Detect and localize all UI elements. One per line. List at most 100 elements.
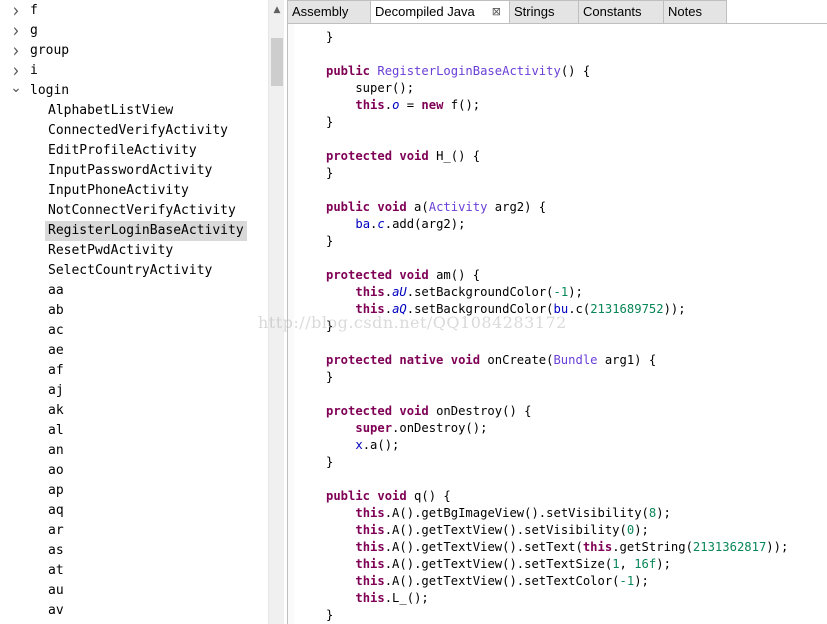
code-line: protected void am() { [326,267,480,284]
code-token: .a(); [362,438,400,452]
tree-item-ap[interactable]: ap [0,481,268,501]
tree-item-ConnectedVerifyActivity[interactable]: ConnectedVerifyActivity [0,121,268,141]
scrollbar-thumb[interactable] [271,38,283,86]
tree-item-label: InputPhoneActivity [48,183,189,198]
code-line: x.a(); [326,437,399,454]
tree-item-label: ae [48,343,64,358]
tree-item-aq[interactable]: aq [0,501,268,521]
tree-item-aa[interactable]: aa [0,281,268,301]
tree-item-au[interactable]: au [0,581,268,601]
code-line: } [326,29,333,46]
tree-item-as[interactable]: as [0,541,268,561]
code-token: .onDestroy(); [392,421,488,435]
tree-item-label: SelectCountryActivity [48,263,213,278]
code-token: this [355,591,385,605]
code-token: ); [634,523,649,537]
code-token: am() { [428,268,481,282]
tree-item-NotConnectVerifyActivity[interactable]: NotConnectVerifyActivity [0,201,268,221]
code-token: } [326,115,334,129]
tree-item-label: ConnectedVerifyActivity [48,123,229,138]
tree-item-label: ao [48,463,64,478]
tree-item-ResetPwdActivity[interactable]: ResetPwdActivity [0,241,268,261]
tree-item-an[interactable]: an [0,441,268,461]
close-icon[interactable]: ⊠ [492,1,501,23]
tab-notes[interactable]: Notes [663,0,727,23]
code-token: = [399,98,422,112]
tree-item-ac[interactable]: ac [0,321,268,341]
tree-item-InputPasswordActivity[interactable]: InputPasswordActivity [0,161,268,181]
tree-item-label: ResetPwdActivity [48,243,174,258]
tree-item-EditProfileActivity[interactable]: EditProfileActivity [0,141,268,161]
code-token: .A().getTextView().setText( [384,540,583,554]
tree-item-InputPhoneActivity[interactable]: InputPhoneActivity [0,181,268,201]
tree-item-label: aj [48,383,64,398]
code-line: protected void onDestroy() { [326,403,531,420]
code-token: )); [663,302,686,316]
tree-item-ar[interactable]: ar [0,521,268,541]
chevron-down-icon[interactable]: ⌄ [10,81,22,101]
code-token: } [326,166,334,180]
code-token: .A().getTextView().setTextColor( [384,574,620,588]
tab-assembly[interactable]: Assembly [287,0,371,23]
tab-strings[interactable]: Strings [509,0,579,23]
tree-item-RegisterLoginBaseActivity[interactable]: RegisterLoginBaseActivity [0,221,268,241]
code-token: } [326,455,334,469]
code-token: .A().getTextView().setTextSize( [384,557,613,571]
code-line: this.A().getTextView().setText(this.getS… [326,539,788,556]
tree-item-aj[interactable]: aj [0,381,268,401]
tree-item-f[interactable]: › f [0,0,268,22]
tree-item-at[interactable]: at [0,561,268,581]
tree-item-label: aa [48,283,64,298]
code-token: 2131362817 [692,540,767,554]
code-token: ); [656,557,671,571]
code-line: this.aU.setBackgroundColor(-1); [326,284,583,301]
code-token: public void [326,489,407,503]
tree-scrollbar[interactable]: ▲ [268,0,284,624]
scroll-up-arrow-icon[interactable]: ▲ [269,2,285,18]
tree-item-label: EditProfileActivity [48,143,197,158]
code-token: this [355,540,385,554]
package-tree[interactable]: › f › g › group › i ⌄ login AlphabetListView Connec… [0,0,268,624]
code-token: H_() { [428,149,481,163]
tree-item-ae[interactable]: ae [0,341,268,361]
tree-item-af[interactable]: af [0,361,268,381]
tree-item-AlphabetListView[interactable]: AlphabetListView [0,101,268,121]
code-token: protected void [326,268,429,282]
tree-item-group[interactable]: › group [0,39,268,62]
tree-item-ao[interactable]: ao [0,461,268,481]
code-token: . [384,285,393,299]
code-token: public [326,64,371,78]
tab-label: Constants [583,4,642,19]
tree-item-av[interactable]: av [0,601,268,621]
code-token: c [377,217,385,231]
tree-item-g[interactable]: › g [0,19,268,42]
code-line: } [326,233,333,250]
tree-item-ab[interactable]: ab [0,301,268,321]
code-token: .A().getTextView().setVisibility( [384,523,627,537]
code-token: () { [560,64,591,78]
tab-bar: Assembly Decompiled Java ⊠ Strings Constants… [287,0,827,24]
tab-decompiled-java[interactable]: Decompiled Java ⊠ [370,0,510,24]
code-token: x [355,438,363,452]
tree-item-al[interactable]: al [0,421,268,441]
tree-item-ak[interactable]: ak [0,401,268,421]
tree-item-label: as [48,543,64,558]
code-token: 2131689752 [590,302,664,316]
tree-item-label: RegisterLoginBaseActivity [45,221,247,241]
tree-item-label: an [48,443,64,458]
tree-item-label: af [48,363,64,378]
tree-item-label: av [48,603,64,618]
code-token: this [355,523,385,537]
code-token: ba [355,217,371,231]
tree-item-i[interactable]: › i [0,59,268,82]
tab-constants[interactable]: Constants [578,0,664,23]
code-token: this [355,285,385,299]
tree-item-label: ap [48,483,64,498]
tree-item-login[interactable]: ⌄ login [0,81,268,101]
tree-item-SelectCountryActivity[interactable]: SelectCountryActivity [0,261,268,281]
